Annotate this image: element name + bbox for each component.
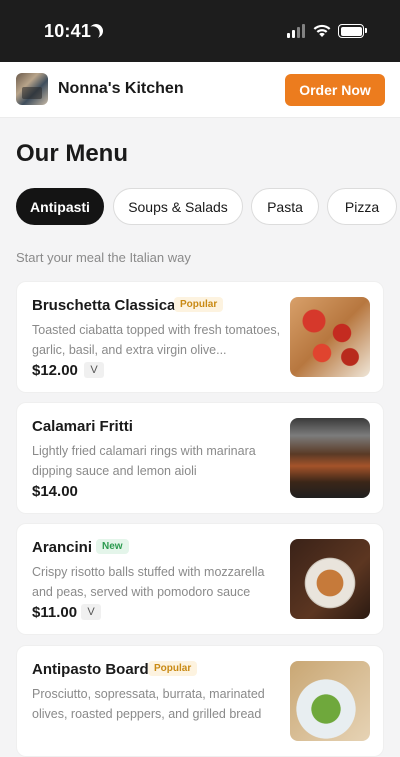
order-now-button[interactable]: Order Now [285, 74, 385, 106]
category-tabs: Antipasti Soups & Salads Pasta Pizza [16, 188, 400, 226]
tab-soups-salads[interactable]: Soups & Salads [113, 188, 243, 225]
menu-item-description: Toasted ciabatta topped with fresh tomat… [32, 323, 281, 357]
menu-item-description: Crispy risotto balls stuffed with mozzar… [32, 565, 265, 599]
menu-item-card[interactable]: Antipasto Board Popular Prosciutto, sopr… [16, 645, 384, 757]
section-subtitle: Start your meal the Italian way [16, 250, 191, 265]
arancini-image [290, 539, 370, 619]
page-title: Our Menu [16, 140, 128, 167]
menu-item-card[interactable]: Bruschetta Classica Popular Toasted ciab… [16, 281, 384, 393]
menu-item-name: Arancini [32, 539, 93, 556]
menu-item-name: Calamari Fritti [32, 418, 133, 435]
menu-item-price: $14.00 [32, 483, 78, 500]
wifi-icon [313, 24, 331, 37]
vegetarian-badge: V [81, 604, 101, 620]
vegetarian-badge: V [84, 362, 104, 378]
tab-antipasti[interactable]: Antipasti [16, 188, 104, 225]
app-header: Nonna's Kitchen Order Now [0, 62, 400, 118]
status-time: 10:41 [44, 21, 92, 41]
restaurant-logo[interactable] [16, 73, 48, 105]
status-bar: 10:41 [0, 0, 400, 62]
menu-item-name: Bruschetta Classica [32, 297, 176, 314]
battery-icon [338, 24, 367, 38]
menu-item-name: Antipasto Board [32, 661, 149, 678]
tab-pizza[interactable]: Pizza [327, 188, 397, 225]
signal-icon [287, 24, 305, 38]
antipasto-board-image [290, 661, 370, 741]
menu-item-card[interactable]: Calamari Fritti Lightly fried calamari r… [16, 402, 384, 514]
bruschetta-image [290, 297, 370, 377]
menu-item-price: $11.00 [32, 604, 78, 621]
tab-pasta[interactable]: Pasta [251, 188, 319, 225]
menu-item-description: Prosciutto, sopressata, burrata, marinat… [32, 687, 265, 721]
menu-item-card[interactable]: Arancini New Crispy risotto balls stuffe… [16, 523, 384, 635]
menu-content: Our Menu Antipasti Soups & Salads Pasta … [0, 118, 400, 757]
brand-name: Nonna's Kitchen [58, 80, 184, 97]
menu-item-description: Lightly fried calamari rings with marina… [32, 444, 256, 478]
calamari-image [290, 418, 370, 498]
popular-badge: Popular [148, 661, 198, 676]
new-badge: New [96, 539, 129, 554]
popular-badge: Popular [174, 297, 224, 312]
menu-item-price: $12.00 [32, 362, 78, 379]
